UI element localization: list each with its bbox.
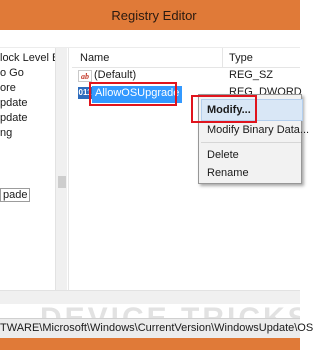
tree-item-selected[interactable]: pade bbox=[0, 188, 31, 202]
status-bar: TWARE\Microsoft\Windows\CurrentVersion\W… bbox=[0, 318, 313, 338]
tree-item[interactable]: ng bbox=[0, 127, 12, 141]
menu-item-delete[interactable]: Delete bbox=[207, 149, 239, 161]
tree-item[interactable]: ore bbox=[0, 82, 16, 96]
highlight-box bbox=[191, 95, 257, 123]
window-title: Registry Editor bbox=[111, 8, 197, 23]
menu-separator bbox=[201, 142, 301, 143]
list-header: Name Type bbox=[72, 48, 300, 68]
column-header-name[interactable]: Name bbox=[80, 52, 109, 64]
tree-item[interactable]: pdate bbox=[0, 97, 28, 111]
menu-item-modify-binary[interactable]: Modify Binary Data... bbox=[207, 124, 309, 136]
registry-path: TWARE\Microsoft\Windows\CurrentVersion\W… bbox=[0, 322, 314, 334]
menu-item-rename[interactable]: Rename bbox=[207, 167, 249, 179]
tree-item[interactable]: pdate bbox=[0, 112, 28, 126]
title-bar: Registry Editor bbox=[0, 0, 300, 30]
pane-splitter[interactable] bbox=[68, 48, 72, 290]
scrollbar-thumb[interactable] bbox=[58, 176, 66, 188]
menu-bar bbox=[0, 30, 300, 48]
tree-item[interactable]: lock Level B bbox=[0, 52, 59, 66]
highlight-box bbox=[89, 82, 177, 106]
value-type: REG_SZ bbox=[229, 69, 274, 81]
string-value-icon: ab bbox=[78, 70, 92, 82]
column-divider[interactable] bbox=[222, 48, 223, 68]
window-bottom-border bbox=[0, 338, 300, 350]
column-header-type[interactable]: Type bbox=[229, 52, 253, 64]
tree-vertical-scrollbar[interactable] bbox=[55, 48, 67, 290]
value-name: (Default) bbox=[94, 69, 137, 81]
tree-item[interactable]: o Go bbox=[0, 67, 24, 81]
